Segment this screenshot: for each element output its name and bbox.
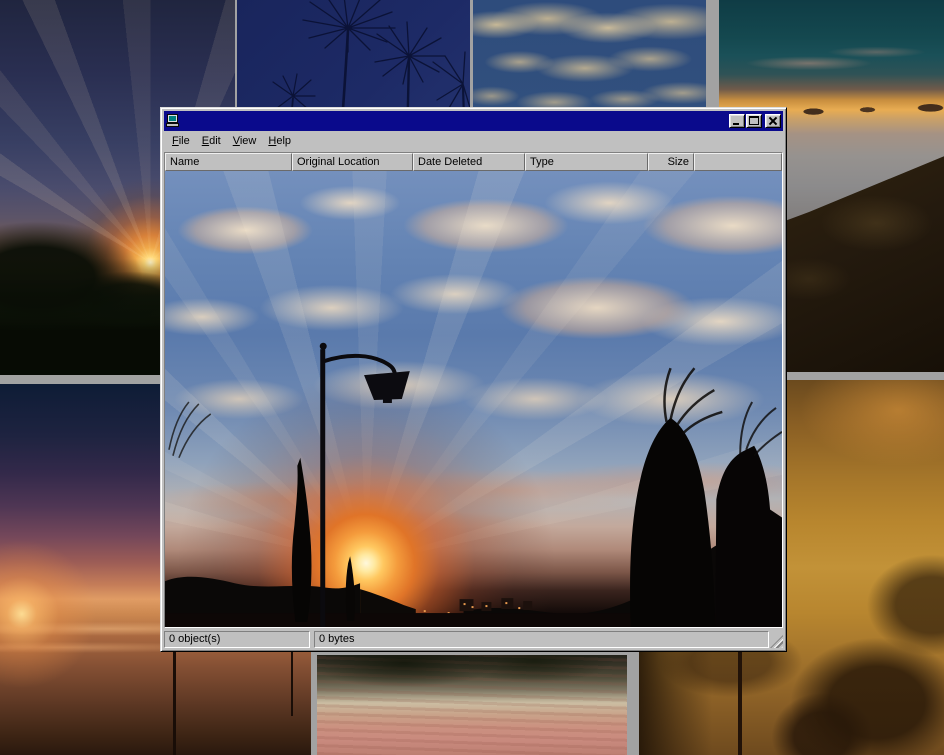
column-header-filler [694,153,782,171]
lake-post [173,642,176,755]
column-header-type[interactable]: Type [525,153,648,171]
lake-post [291,650,293,716]
column-header-name[interactable]: Name [165,153,292,171]
close-button[interactable] [765,114,781,128]
maximize-icon [749,116,759,125]
status-object-count: 0 object(s) [164,631,310,648]
menu-view[interactable]: View [227,133,263,149]
photo-silhouettes [165,171,782,627]
title-bar[interactable] [164,111,783,131]
minimize-button[interactable] [729,114,745,128]
menu-help[interactable]: Help [262,133,297,149]
column-header-row: Name Original Location Date Deleted Type… [165,153,782,171]
resize-grip-icon[interactable] [770,635,783,648]
status-total-size: 0 bytes [314,631,769,648]
minimize-icon [733,123,739,125]
recycle-bin-window: File Edit View Help Name Original Locati… [160,107,787,652]
street-lamp-silhouette [320,343,410,627]
bg-photo-water-reflection [317,655,627,755]
golden-photo-pole [738,648,742,755]
column-header-original-location[interactable]: Original Location [292,153,413,171]
menu-file[interactable]: File [166,133,196,149]
menu-edit[interactable]: Edit [196,133,227,149]
status-bar: 0 object(s) 0 bytes [164,630,783,648]
maximize-button[interactable] [746,114,762,128]
list-view-frame: Name Original Location Date Deleted Type… [164,152,783,628]
computer-monitor-icon [166,114,181,128]
menu-bar: File Edit View Help [164,131,783,151]
column-header-date-deleted[interactable]: Date Deleted [413,153,525,171]
list-view-content-area[interactable] [165,171,782,627]
column-header-size[interactable]: Size [648,153,694,171]
desktop-wallpaper-collage: File Edit View Help Name Original Locati… [0,0,944,755]
